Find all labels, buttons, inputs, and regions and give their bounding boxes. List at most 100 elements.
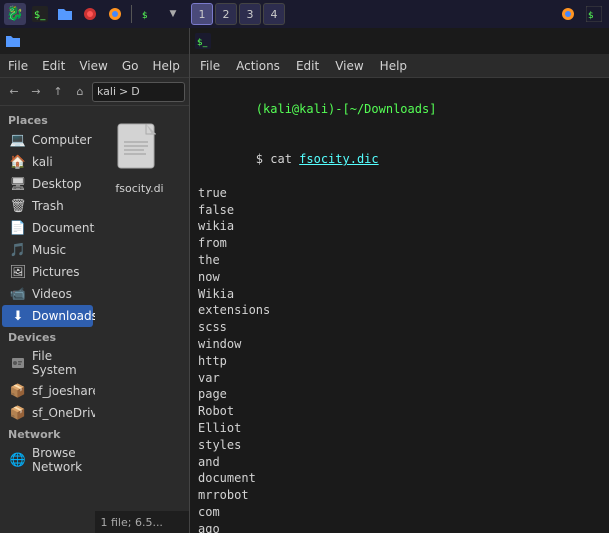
nav-home-btn[interactable]: ⌂	[70, 82, 90, 102]
terminal-tabs: 1 2 3 4	[191, 3, 285, 25]
browse-network-icon: 🌐	[10, 452, 26, 468]
kali-menu-icon[interactable]: 🐉	[4, 3, 26, 25]
nav-up-btn[interactable]: ↑	[48, 82, 68, 102]
sidebar-item-downloads-label: Downloads	[32, 309, 95, 323]
sidebar-item-trash[interactable]: 🗑 Trash	[2, 195, 93, 217]
tab-3[interactable]: 3	[239, 3, 261, 25]
sidebar-item-computer-label: Computer	[32, 133, 92, 147]
filesystem-icon	[10, 355, 26, 371]
svg-text:$: $	[142, 11, 148, 21]
computer-icon: 💻	[10, 132, 26, 148]
sidebar-item-documents[interactable]: 📄 Documents	[2, 217, 93, 239]
term-cmd: cat	[270, 152, 299, 166]
fm-menu-file[interactable]: File	[4, 59, 32, 73]
nav-back-btn[interactable]: ←	[4, 82, 24, 102]
term-output: truefalsewikiafromthenowWikiaextensionss…	[198, 185, 601, 533]
sidebar-item-music[interactable]: 🎵 Music	[2, 239, 93, 261]
fm-menu-go[interactable]: Go	[118, 59, 143, 73]
term-menu-edit[interactable]: Edit	[292, 59, 323, 73]
sidebar-item-videos[interactable]: 📹 Videos	[2, 283, 93, 305]
term-cmd-arg: fsocity.dic	[299, 152, 378, 166]
sidebar-item-pictures-label: Pictures	[32, 265, 80, 279]
terminal-end-icon[interactable]: $	[583, 3, 605, 25]
devices-label: Devices	[0, 327, 95, 346]
downloads-icon: ⬇	[10, 308, 26, 324]
term-output-line: and	[198, 454, 601, 471]
term-header-icon: $_	[194, 32, 212, 50]
main-area: File Edit View Go Help ← → ↑ ⌂ kali > D …	[0, 28, 609, 533]
term-menu-view[interactable]: View	[331, 59, 367, 73]
fm-menu-help[interactable]: Help	[148, 59, 183, 73]
sidebar-item-music-label: Music	[32, 243, 66, 257]
firefox-end-icon[interactable]	[557, 3, 579, 25]
fm-file-area: fsocity.di 1 file; 6.5...	[95, 106, 190, 533]
term-output-line: document	[198, 470, 601, 487]
fm-sidebar: Places 💻 Computer 🏠 kali 🖥 Desktop 🗑 Tra…	[0, 106, 95, 533]
tab-1[interactable]: 1	[191, 3, 213, 25]
nav-forward-btn[interactable]: →	[26, 82, 46, 102]
term-output-line: page	[198, 386, 601, 403]
sidebar-item-filesystem[interactable]: File System	[2, 346, 93, 380]
tab-4[interactable]: 4	[263, 3, 285, 25]
term-output-line: Elliot	[198, 420, 601, 437]
file-icon-svg	[116, 122, 164, 178]
file-label-fsocity: fsocity.di	[115, 182, 163, 195]
network-label: Network	[0, 424, 95, 443]
term-output-line: from	[198, 235, 601, 252]
nav-path-d: D	[131, 85, 139, 98]
fm-header-bar	[0, 28, 189, 54]
kali-home-icon: 🏠	[10, 154, 26, 170]
svg-text:$_: $_	[34, 10, 46, 21]
desktop-icon: 🖥	[10, 176, 26, 192]
sidebar-item-filesystem-label: File System	[32, 349, 85, 377]
term-output-line: true	[198, 185, 601, 202]
term-content[interactable]: (kali@kali)-[~/Downloads] $ cat fsocity.…	[190, 78, 609, 533]
trash-icon: 🗑	[10, 198, 26, 214]
sidebar-item-pictures[interactable]: 🖼 Pictures	[2, 261, 93, 283]
term-menu-file[interactable]: File	[196, 59, 224, 73]
terminal-panel: $_ File Actions Edit View Help (kali@kal…	[190, 28, 609, 533]
term-menu-actions[interactable]: Actions	[232, 59, 284, 73]
places-label: Places	[0, 110, 95, 129]
sidebar-item-sfonedrive[interactable]: 📦 sf_OneDrive ⏏	[2, 402, 93, 424]
term-header-bar: $_	[190, 28, 609, 54]
sidebar-item-documents-label: Documents	[32, 221, 95, 235]
fm-menubar: File Edit View Go Help	[0, 54, 189, 78]
svg-text:$: $	[588, 11, 594, 21]
term-output-line: http	[198, 353, 601, 370]
firefox-taskbar-icon[interactable]	[104, 3, 126, 25]
term-output-line: wikia	[198, 218, 601, 235]
nav-path[interactable]: kali > D	[92, 82, 185, 102]
sidebar-item-computer[interactable]: 💻 Computer	[2, 129, 93, 151]
files-taskbar-icon[interactable]	[54, 3, 76, 25]
fm-menu-edit[interactable]: Edit	[38, 59, 69, 73]
fm-menu-view[interactable]: View	[75, 59, 111, 73]
terminal-taskbar-icon[interactable]: $_	[29, 3, 51, 25]
sidebar-item-sfonedrive-label: sf_OneDrive	[32, 406, 95, 420]
paint-taskbar-icon[interactable]	[79, 3, 101, 25]
term-output-line: now	[198, 269, 601, 286]
file-item-fsocity[interactable]: fsocity.di	[105, 116, 175, 201]
sidebar-item-sfjoeshare[interactable]: 📦 sf_joeshare ⏏	[2, 380, 93, 402]
sfjoeshare-icon: 📦	[10, 383, 26, 399]
sidebar-item-desktop[interactable]: 🖥 Desktop	[2, 173, 93, 195]
file-manager-panel: File Edit View Go Help ← → ↑ ⌂ kali > D …	[0, 28, 190, 533]
term-output-line: window	[198, 336, 601, 353]
taskbar: 🐉 $_ $ ▼ 1 2 3 4 $	[0, 0, 609, 28]
terminal2-taskbar-icon[interactable]: $	[137, 3, 159, 25]
term-output-line: var	[198, 370, 601, 387]
sidebar-item-downloads[interactable]: ⬇ Downloads	[2, 305, 93, 327]
sidebar-item-kali[interactable]: 🏠 kali	[2, 151, 93, 173]
term-menu-help[interactable]: Help	[376, 59, 411, 73]
fm-status-text: 1 file; 6.5...	[101, 516, 163, 529]
term-output-line: the	[198, 252, 601, 269]
fm-status-bar: 1 file; 6.5...	[95, 511, 190, 533]
fm-body: Places 💻 Computer 🏠 kali 🖥 Desktop 🗑 Tra…	[0, 106, 189, 533]
sidebar-item-browse-network[interactable]: 🌐 Browse Network	[2, 443, 93, 477]
term-output-line: styles	[198, 437, 601, 454]
term-menubar: File Actions Edit View Help	[190, 54, 609, 78]
dropdown-taskbar-btn[interactable]: ▼	[162, 3, 184, 25]
term-output-line: scss	[198, 319, 601, 336]
tab-2[interactable]: 2	[215, 3, 237, 25]
sidebar-item-desktop-label: Desktop	[32, 177, 82, 191]
